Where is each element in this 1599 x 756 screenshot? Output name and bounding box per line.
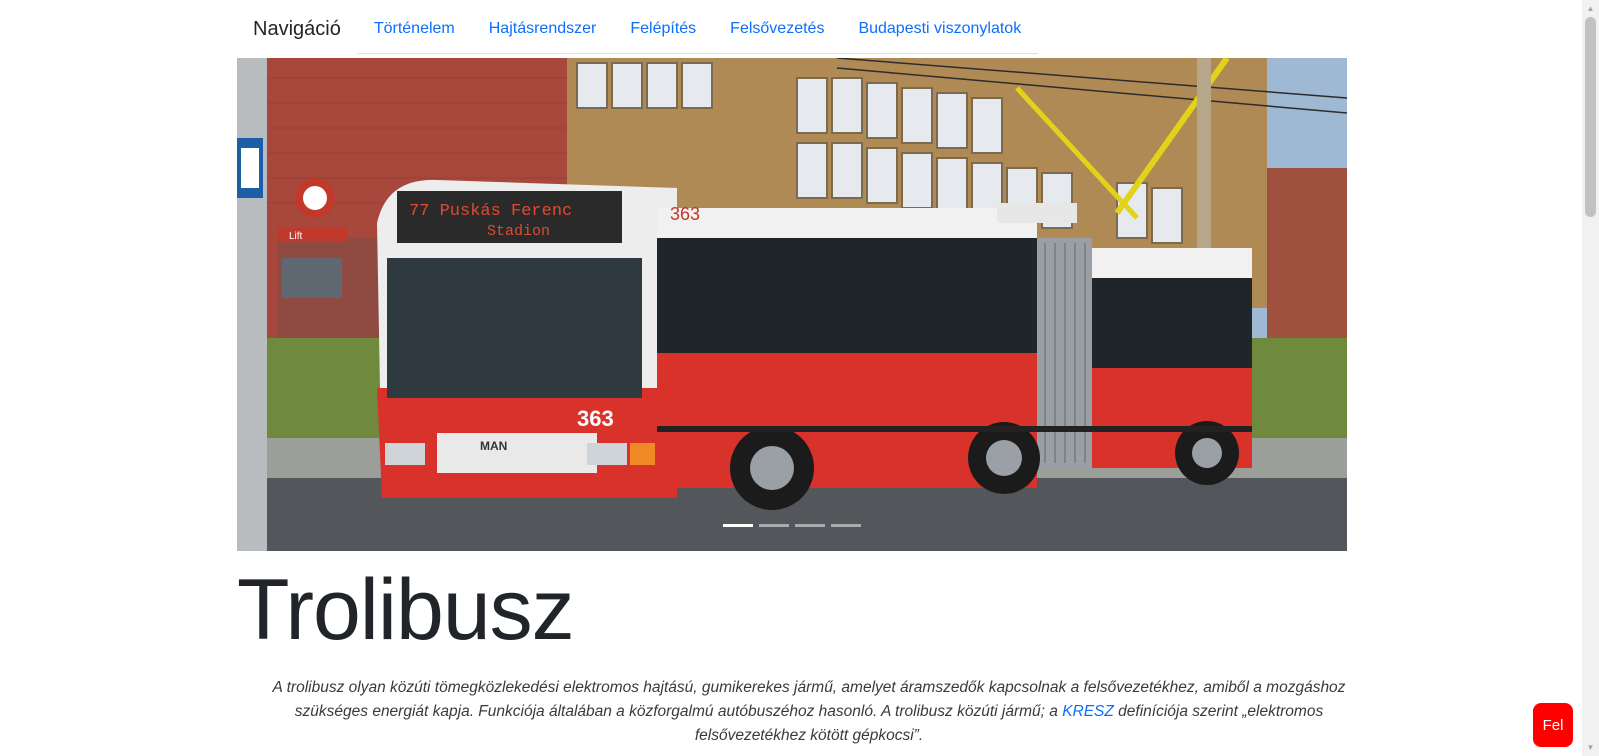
tab-tortenelem[interactable]: Történelem (357, 20, 472, 38)
back-to-top-button[interactable]: Fel (1533, 703, 1573, 747)
lift-sign-text: Lift (289, 231, 303, 242)
nav-brand[interactable]: Navigáció (237, 18, 357, 41)
scroll-down-arrow-icon[interactable]: ▼ (1582, 739, 1599, 756)
carousel-indicator-2[interactable] (759, 524, 789, 527)
page-title: Trolibusz (237, 562, 575, 658)
kresz-link[interactable]: KRESZ (1062, 703, 1114, 720)
page-scrollbar[interactable]: ▲ ▼ (1582, 0, 1599, 756)
bus-fleet-number-front: 363 (577, 406, 614, 431)
bus-destination-line2: Stadion (487, 223, 550, 240)
carousel-indicator-1[interactable] (723, 524, 753, 527)
carousel-indicator-3[interactable] (795, 524, 825, 527)
bus-destination-line1: 77 Puskás Ferenc (409, 202, 572, 221)
tab-felsovezetes[interactable]: Felsővezetés (713, 20, 841, 38)
bus-brand-text: MAN (480, 439, 507, 453)
intro-paragraph: A trolibusz olyan közúti tömegközlekedés… (271, 676, 1347, 748)
nav-tabs: Történelem Hajtásrendszer Felépítés Fels… (356, 4, 1039, 54)
carousel-indicator-4[interactable] (831, 524, 861, 527)
hero-carousel[interactable]: Lift 77 Puskás Ferenc Stadion 363 363 MA… (237, 58, 1347, 551)
scrollbar-thumb[interactable] (1585, 17, 1596, 217)
tab-felepites[interactable]: Felépítés (613, 20, 713, 38)
carousel-indicators (237, 524, 1347, 527)
page-container: Navigáció Történelem Hajtásrendszer Felé… (237, 0, 1347, 748)
bus-fleet-number-roof: 363 (670, 204, 700, 224)
tab-hajtasrendszer[interactable]: Hajtásrendszer (472, 20, 614, 38)
top-nav: Navigáció Történelem Hajtásrendszer Felé… (237, 0, 1347, 58)
scroll-up-arrow-icon[interactable]: ▲ (1582, 0, 1599, 17)
trolleybus-photo: Lift 77 Puskás Ferenc Stadion 363 363 MA… (237, 58, 1347, 551)
tab-budapesti-viszonylatok[interactable]: Budapesti viszonylatok (841, 20, 1038, 38)
